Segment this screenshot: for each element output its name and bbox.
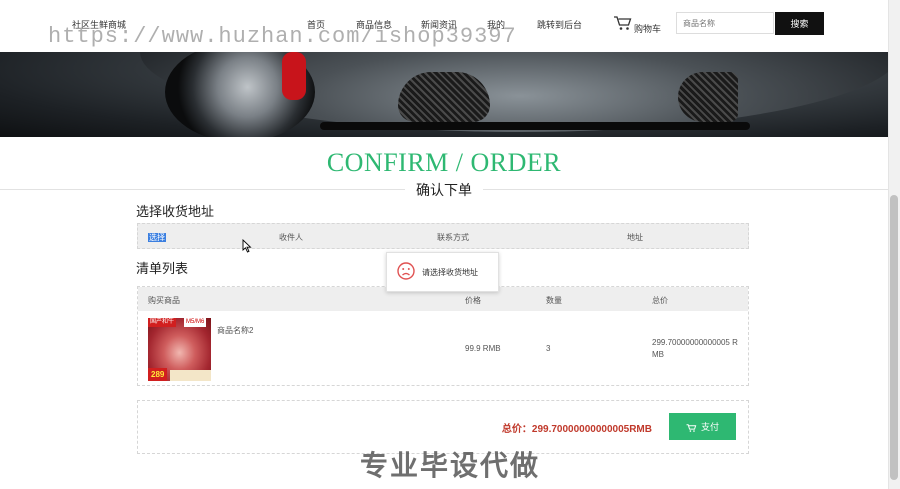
- product-image-grade: M5/M6: [184, 318, 207, 327]
- address-table: 选择 收件人 联系方式 地址: [137, 223, 749, 249]
- product-price: 99.9 RMB: [465, 344, 501, 353]
- watermark-text: 专业毕设代做: [359, 450, 540, 481]
- search-button[interactable]: 搜索: [775, 12, 824, 35]
- product-name: 商品名称2: [217, 326, 254, 335]
- car-grille-graphic: [678, 72, 738, 122]
- sad-face-icon: [397, 262, 415, 280]
- order-section-title: 清单列表: [136, 261, 189, 276]
- hero-banner: [0, 52, 888, 137]
- product-quantity: 3: [546, 344, 551, 353]
- pay-button[interactable]: 支付: [669, 413, 736, 440]
- cart-icon: [686, 423, 697, 432]
- address-section-title: 选择收货地址: [136, 204, 215, 219]
- order-col-total: 总价: [652, 296, 668, 305]
- order-col-quantity: 数量: [546, 296, 562, 305]
- scrollbar-thumb[interactable]: [890, 195, 898, 480]
- toast-message: 请选择收货地址: [422, 268, 478, 277]
- car-splitter-graphic: [320, 122, 750, 130]
- product-image-strip: [170, 370, 211, 381]
- product-image-price: 289: [148, 368, 168, 381]
- product-image-tag: 国产和牛: [148, 318, 177, 327]
- product-image: 国产和牛 M5/M6 289: [148, 318, 211, 381]
- page-title-en: CONFIRM / ORDER: [326, 148, 562, 177]
- cart-link[interactable]: 购物车: [634, 22, 661, 35]
- order-total: 总价：299.70000000000005RMB: [501, 424, 652, 435]
- page-title-cn: 确认下单: [405, 180, 483, 200]
- cart-icon[interactable]: [613, 15, 633, 31]
- car-grille-graphic: [398, 72, 490, 122]
- watermark-url: https://www.huzhan.com/ishop39397: [48, 24, 517, 49]
- address-col-address: 地址: [627, 233, 643, 242]
- product-total: 299.70000000000005 RMB: [652, 338, 738, 359]
- search-input[interactable]: [676, 12, 774, 34]
- address-col-select-label: 选择: [148, 233, 166, 242]
- mouse-cursor-icon: [242, 238, 252, 258]
- brake-caliper-graphic: [282, 52, 306, 100]
- order-col-product: 购买商品: [148, 296, 180, 305]
- address-col-recipient: 收件人: [279, 233, 303, 242]
- order-col-price: 价格: [465, 296, 481, 305]
- pay-button-label: 支付: [700, 422, 719, 432]
- address-col-contact: 联系方式: [437, 233, 469, 242]
- toast-notification: 请选择收货地址: [386, 252, 499, 292]
- address-col-select: 选择: [148, 232, 166, 243]
- order-table: 购买商品 价格 数量 总价 国产和牛 M5/M6 289 商品名称2 99.9 …: [137, 286, 749, 386]
- nav-admin[interactable]: 跳转到后台: [537, 18, 582, 31]
